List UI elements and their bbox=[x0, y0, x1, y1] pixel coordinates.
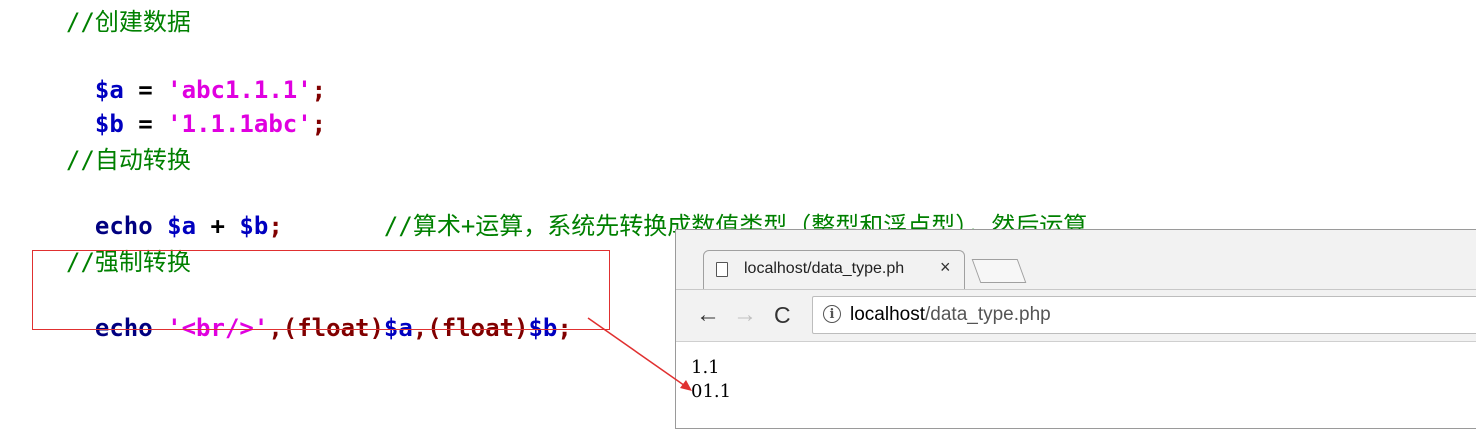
arrow-line bbox=[587, 317, 689, 389]
annotation-arrow bbox=[587, 317, 692, 391]
arrow-head-icon bbox=[680, 380, 692, 391]
